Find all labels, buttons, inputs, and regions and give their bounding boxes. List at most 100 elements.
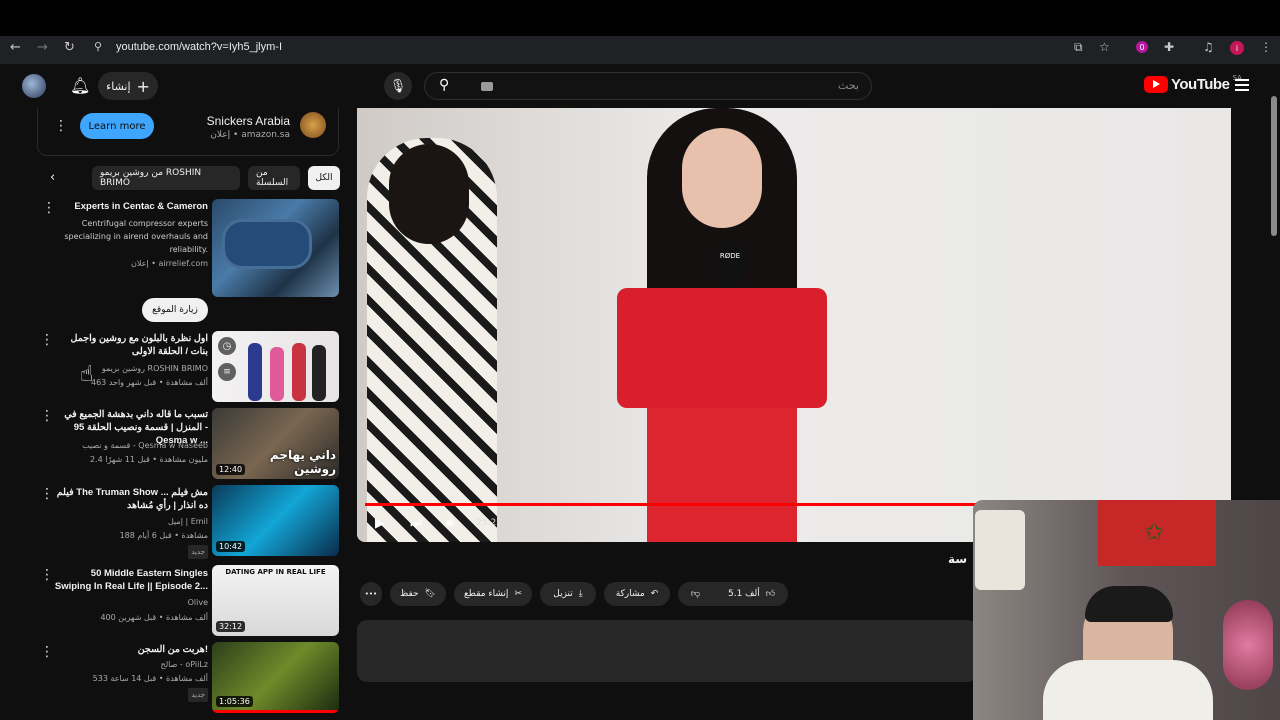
video-thumbnail[interactable]: 1:05:36 (212, 642, 339, 713)
flag: ✩ (1098, 500, 1216, 566)
video-thumbnail[interactable]: ◷ ≡ (212, 331, 339, 402)
video-channel[interactable]: إميل | Emil (54, 516, 208, 528)
video-title[interactable]: اول نظرة بالبلون مع روشين واجمل بنات / ا… (54, 332, 208, 358)
filter-chips: ‹ من روشين بريمو ROSHIN BRIMO من السلسلة… (44, 166, 340, 192)
video-channel[interactable]: صالح - oPiiLz (54, 659, 208, 671)
next-icon[interactable]: ⏭︎ (410, 516, 422, 531)
keyboard-icon[interactable] (481, 82, 493, 91)
video-stats: 2.4 مليون مشاهدة • قبل 11 شهرًا (89, 455, 208, 464)
site-info-icon[interactable]: ⚲ (94, 40, 102, 53)
video-stats: 533 ألف مشاهدة • قبل 14 ساعة (92, 674, 208, 683)
menu-dots-icon[interactable]: ⋮ (1260, 40, 1272, 54)
chip-all[interactable]: الكل (308, 166, 340, 190)
watch-later-icon[interactable]: ◷ (218, 337, 236, 355)
download-icon: ⤓ (578, 589, 583, 599)
forward-icon[interactable]: → (37, 40, 48, 55)
puzzle-icon[interactable]: ✚ (1164, 40, 1174, 54)
new-badge: جديد (54, 688, 208, 702)
video-title[interactable]: فيلم The Truman Show مش فيلم ... ده انذا… (54, 486, 208, 512)
add-to-queue-icon[interactable]: ≡ (218, 363, 236, 381)
ad2-title[interactable]: Experts in Centac & Cameron (56, 200, 208, 213)
visit-site-button[interactable]: زيارة الموقع (142, 298, 208, 322)
star-icon[interactable]: ☆ (1099, 40, 1110, 54)
video-title-fragment: سة (948, 552, 968, 566)
like-dislike-group: 👎︎ 5.1 ألف 👍︎ (678, 582, 788, 606)
video-channel[interactable]: Olive (54, 597, 208, 609)
video-thumbnail[interactable]: 10:42 (212, 485, 339, 556)
video-duration: 1:05:36 (216, 696, 253, 707)
learn-more-button[interactable]: Learn more (80, 113, 154, 139)
plus-icon: + (136, 76, 150, 96)
page-scrollbar[interactable] (1271, 96, 1277, 236)
video-duration: 10:42 (216, 541, 246, 552)
extension-icon[interactable]: 0 (1136, 41, 1148, 53)
ad-advertiser: Snickers Arabia (206, 114, 290, 128)
like-icon[interactable]: 👍︎ (766, 589, 775, 599)
video-thumbnail[interactable]: داني يهاجم روشين 12:40 (212, 408, 339, 479)
chip-series[interactable]: من السلسلة (248, 166, 300, 190)
media-icon[interactable]: ♫ (1203, 40, 1214, 54)
hamburger-menu-icon[interactable] (1235, 79, 1249, 94)
thumbnail-text: داني يهاجم روشين (269, 448, 336, 476)
logo-text: YouTube (1171, 76, 1230, 93)
more-options-icon[interactable]: ⋮ (54, 119, 68, 133)
search-placeholder: بحث (838, 79, 859, 92)
back-icon[interactable]: ← (10, 40, 21, 55)
save-label: حفظ (399, 589, 419, 599)
volume-icon[interactable]: 🔊︎ (446, 516, 454, 531)
more-options-icon[interactable]: ⋮ (40, 645, 54, 659)
download-label: تنزيل (553, 589, 573, 599)
watched-progress (212, 710, 339, 713)
more-options-icon[interactable]: ⋮ (40, 487, 54, 501)
time-display: 25:23 / 25:40 (476, 518, 537, 528)
dislike-icon[interactable]: 👎︎ (691, 589, 700, 599)
ad2-meta: إعلان • airrelief.com (131, 259, 208, 268)
chevron-left-icon[interactable]: ‹ (50, 170, 55, 185)
create-button[interactable]: إنشاء + (98, 72, 158, 100)
scissors-icon: ✂ (514, 589, 522, 599)
create-label: إنشاء (106, 79, 131, 93)
video-duration: 32:12 (216, 621, 246, 632)
video-duration: 12:40 (216, 464, 246, 475)
profile-icon[interactable]: i (1230, 41, 1244, 55)
video-channel[interactable]: قسمة و نصيب - Qesma w Naseeb (54, 440, 208, 452)
description-box[interactable] (357, 620, 977, 682)
thumbnail-text: DATING APP IN REAL LIFE (225, 568, 326, 576)
bookmark-icon: 🔖︎ (424, 589, 437, 599)
youtube-logo[interactable]: YouTube SA (1144, 74, 1242, 93)
share-icon: ↶ (650, 589, 659, 599)
webcam-overlay: ✩ (973, 500, 1280, 720)
ad2-thumbnail[interactable] (212, 199, 339, 297)
play-icon[interactable]: ▶ (375, 516, 385, 531)
chip-channel[interactable]: من روشين بريمو ROSHIN BRIMO (92, 166, 240, 190)
mic-icon[interactable]: 🎙︎ (384, 72, 412, 100)
video-stats: 463 ألف مشاهدة • قبل شهر واحد (91, 378, 208, 387)
bell-icon[interactable]: 🔔︎ (70, 76, 90, 95)
download-button[interactable]: تنزيل ⤓ (540, 582, 596, 606)
ad2-desc: Centrifugal compressor experts specializ… (64, 219, 208, 254)
search-icon[interactable]: ⚲ (439, 77, 449, 93)
video-channel[interactable]: روشين بريمو ROSHIN BRIMO (54, 363, 208, 375)
save-button[interactable]: حفظ 🔖︎ (390, 582, 446, 606)
search-input[interactable]: ⚲ بحث (424, 72, 872, 100)
share-button[interactable]: مشاركة ↶ (604, 582, 670, 606)
video-thumbnail[interactable]: DATING APP IN REAL LIFE 32:12 (212, 565, 339, 636)
hand-cursor-icon: ☝ (80, 362, 94, 387)
clip-button[interactable]: إنشاء مقطع ✂ (454, 582, 532, 606)
more-options-icon[interactable]: ⋮ (42, 201, 56, 215)
reload-icon[interactable]: ↻ (64, 40, 75, 55)
video-title[interactable]: هربت من السجن! (54, 643, 208, 656)
advertiser-logo (300, 112, 326, 138)
more-options-icon[interactable]: ⋮ (40, 333, 54, 347)
address-bar[interactable]: youtube.com/watch?v=Iyh5_jlym-I (116, 41, 282, 53)
video-stats: 400 ألف مشاهدة • قبل شهرين (100, 613, 208, 622)
avatar[interactable] (22, 74, 46, 98)
like-count[interactable]: 5.1 ألف (728, 589, 760, 599)
more-actions-button[interactable]: ••• (360, 582, 382, 606)
clip-label: إنشاء مقطع (464, 589, 509, 599)
more-options-icon[interactable]: ⋮ (40, 409, 54, 423)
cast-icon[interactable]: ⧉ (1074, 40, 1083, 55)
video-player[interactable]: RØDE (357, 108, 1231, 542)
more-options-icon[interactable]: ⋮ (40, 568, 54, 582)
video-title[interactable]: 50 Middle Eastern Singles Swiping In Rea… (54, 567, 208, 593)
